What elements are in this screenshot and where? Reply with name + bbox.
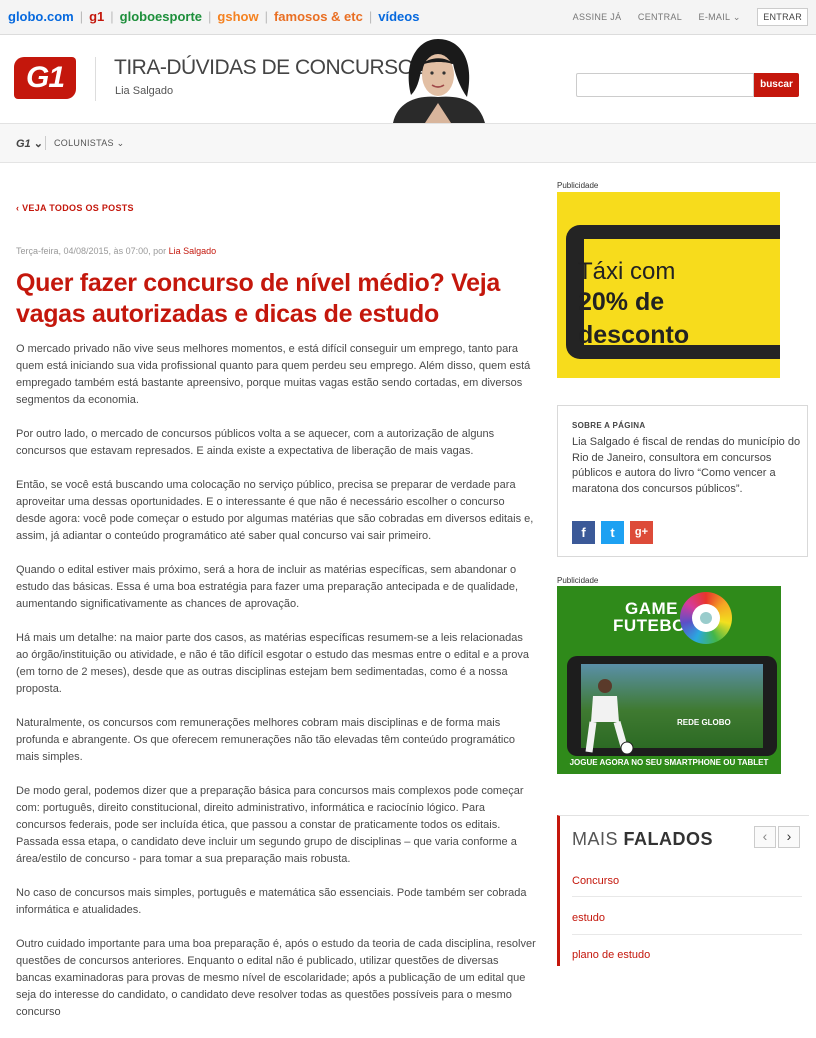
back-to-posts-link[interactable]: ‹ VEJA TODOS OS POSTS [16,203,134,213]
paragraph: Naturalmente, os concursos com remuneraç… [16,717,515,763]
central-link[interactable]: CENTRAL [638,12,682,22]
facebook-icon: f [581,525,586,540]
email-link[interactable]: E-MAIL ⌄ [699,12,741,22]
link-globo-com[interactable]: globo.com [8,9,74,24]
chevron-down-icon: ⌄ [732,12,741,22]
paragraph: No caso de concursos mais simples, portu… [16,887,527,916]
rede-globo-logo-icon [680,592,732,644]
facebook-share-button[interactable]: f [572,521,595,544]
ad-label: Publicidade [557,576,599,585]
blog-header: G1 TIRA-DÚVIDAS DE CONCURSOS Lia Salgado… [0,35,816,124]
search-input[interactable] [576,73,754,97]
assine-link[interactable]: ASSINE JÁ [573,12,622,22]
post-author-link[interactable]: Lia Salgado [169,246,217,256]
next-button[interactable]: › [778,826,800,848]
link-gshow[interactable]: gshow [217,9,258,24]
nav-divider [45,136,46,150]
article-body: O mercado privado não vive seus melhores… [16,341,536,1038]
about-title: SOBRE A PÁGINA [572,421,646,430]
paragraph: Quando o edital estiver mais próximo, se… [16,564,519,610]
game-cta-text: JOGUE AGORA NO SEU SMARTPHONE OU TABLET [569,758,769,767]
about-text: Lia Salgado é fiscal de rendas do municí… [572,436,801,495]
nav-g1-menu[interactable]: G1 ⌄ [16,137,43,150]
g1-logo[interactable]: G1 [14,57,76,99]
game-futebol-ad[interactable]: GAME FUTEBOL REDE GLOBO JOGUE AGORA NO SE… [557,586,781,774]
paragraph: Por outro lado, o mercado de concursos p… [16,428,495,457]
back-link-label: VEJA TODOS OS POSTS [22,203,134,213]
google-plus-share-button[interactable]: g+ [630,521,653,544]
paragraph: Outro cuidado importante para uma boa pr… [16,938,536,1018]
chevron-left-icon: ‹ [762,828,768,844]
paragraph: O mercado privado não vive seus melhores… [16,343,531,406]
header-divider [95,57,96,101]
soccer-player-icon [585,679,634,755]
google-plus-icon: g+ [634,526,649,538]
account-links: ASSINE JÁ CENTRAL E-MAIL ⌄ ENTRAR [559,8,808,26]
author-portrait [393,39,485,123]
mais-falados-item[interactable]: Concurso [572,875,619,887]
divider [572,896,802,897]
twitter-share-button[interactable]: t [601,521,624,544]
separator: | [79,9,84,24]
ad-text-line: 20% de [578,288,665,316]
chevron-right-icon: › [786,828,792,844]
mais-label: MAIS [572,829,619,849]
section-nav: G1 ⌄ COLUNISTAS ⌄ [0,124,816,163]
blog-author: Lia Salgado [115,85,174,97]
chevron-left-icon: ‹ [16,203,20,213]
post-meta: Terça-feira, 04/08/2015, às 07:00, por L… [16,246,216,256]
link-globoesporte[interactable]: globoesporte [120,9,202,24]
divider [572,934,802,935]
paragraph: Então, se você está buscando uma colocaç… [16,479,534,542]
link-g1[interactable]: g1 [89,9,104,24]
blog-title[interactable]: TIRA-DÚVIDAS DE CONCURSOS [114,56,428,80]
search-button[interactable]: buscar [754,73,799,97]
twitter-icon: t [610,525,615,540]
chevron-down-icon: ⌄ [33,138,43,150]
falados-label: FALADOS [623,829,714,849]
paragraph: De modo geral, podemos dizer que a prepa… [16,785,524,865]
separator: | [110,9,114,24]
globo-network-links: globo.com | g1 | globoesporte | gshow | famosos … [8,9,425,24]
nav-g1-label: G1 [16,138,31,150]
link-videos[interactable]: vídeos [378,9,419,24]
mais-falados-item[interactable]: plano de estudo [572,949,650,961]
prev-button[interactable]: ‹ [754,826,776,848]
mais-falados-item[interactable]: estudo [572,912,605,924]
ad-text-line: desconto [578,321,690,349]
globo-top-bar: globo.com | g1 | globoesporte | gshow | famosos … [0,0,816,35]
article-headline: Quer fazer concurso de nível médio? Veja… [16,269,500,328]
taxi-ad[interactable]: Táxi com 20% de desconto [557,192,780,378]
ad-label: Publicidade [557,181,599,190]
post-date: Terça-feira, 04/08/2015, às 07:00, por [16,246,167,256]
link-famosos[interactable]: famosos & etc [274,9,363,24]
separator: | [208,9,212,24]
chevron-down-icon: ⌄ [116,138,125,148]
separator: | [368,9,373,24]
ad-text-line: Táxi com [578,258,676,285]
about-page-box: SOBRE A PÁGINA Lia Salgado é fiscal de r… [557,405,808,557]
nav-colunistas-menu[interactable]: COLUNISTAS ⌄ [54,138,125,149]
email-label: E-MAIL [698,12,731,22]
entrar-button[interactable]: ENTRAR [757,8,808,26]
rede-globo-label: REDE GLOBO [677,718,731,727]
mais-falados-widget: MAIS FALADOS ‹ › Concurso estudo plano d… [557,815,809,966]
mais-falados-title: MAIS FALADOS [572,829,713,850]
globo-logo-inner [692,604,720,632]
paragraph: Há mais um detalhe: na maior parte dos c… [16,632,530,695]
globo-logo-core [700,612,712,624]
nav-colunistas-label: COLUNISTAS [54,138,114,148]
separator: | [264,9,268,24]
